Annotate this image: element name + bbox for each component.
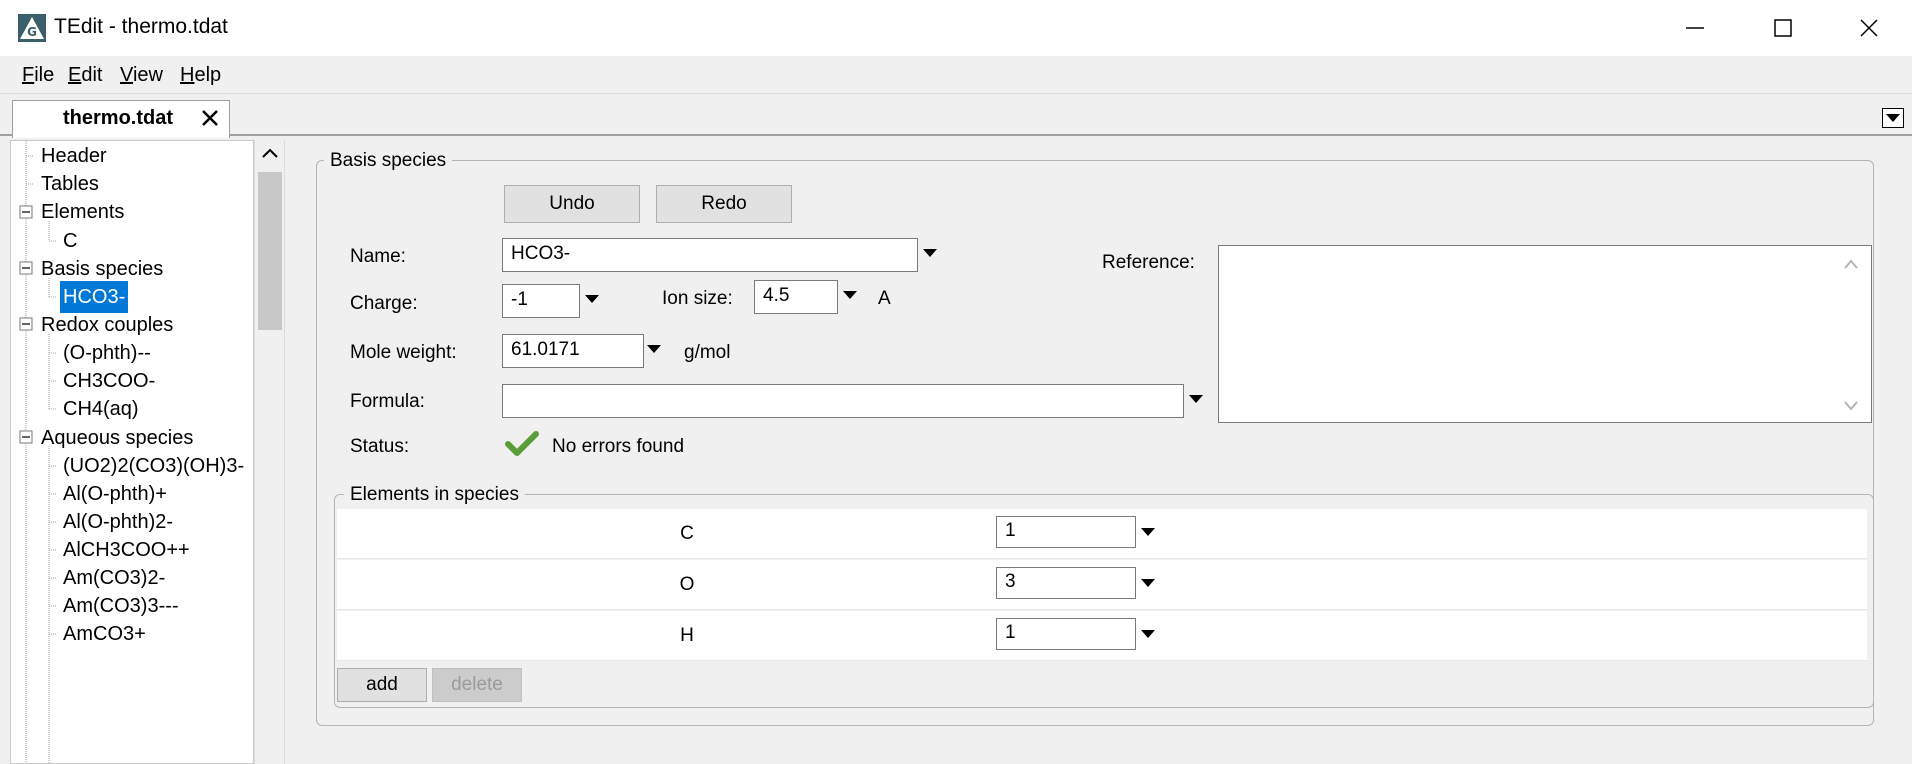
status-text: No errors found bbox=[552, 436, 685, 457]
menu-help[interactable]: Help bbox=[180, 64, 221, 87]
title-bar: G TEdit - thermo.tdat bbox=[0, 0, 1912, 56]
close-icon bbox=[1860, 19, 1878, 37]
maximize-button[interactable] bbox=[1740, 0, 1826, 56]
element-count-dropdown-icon[interactable] bbox=[1140, 629, 1156, 639]
element-symbol: H bbox=[680, 625, 694, 646]
element-row-h[interactable]: H 1 bbox=[337, 611, 1867, 661]
mole-weight-label: Mole weight: bbox=[350, 342, 457, 363]
element-row-c[interactable]: C 1 bbox=[337, 509, 1867, 559]
tree-item-amco3[interactable]: AmCO3+ bbox=[63, 618, 146, 650]
element-count-field[interactable]: 1 bbox=[996, 618, 1136, 650]
element-symbol: O bbox=[679, 574, 695, 595]
scroll-thumb[interactable] bbox=[258, 172, 282, 330]
element-count-field[interactable]: 1 bbox=[996, 516, 1136, 548]
maximize-icon bbox=[1774, 19, 1792, 37]
menu-file[interactable]: File bbox=[22, 64, 54, 87]
mole-weight-unit: g/mol bbox=[684, 342, 731, 363]
charge-field[interactable]: -1 bbox=[502, 284, 580, 318]
element-count-dropdown-icon[interactable] bbox=[1140, 578, 1156, 588]
elements-in-species-title: Elements in species bbox=[344, 484, 525, 506]
scroll-up-icon[interactable] bbox=[261, 146, 279, 160]
ion-size-field[interactable]: 4.5 bbox=[754, 280, 838, 314]
minimize-button[interactable] bbox=[1652, 0, 1738, 56]
close-window-button[interactable] bbox=[1826, 0, 1912, 56]
tree-view[interactable]: Header Tables Elements C Basis species H… bbox=[10, 140, 254, 764]
menu-edit[interactable]: Edit bbox=[68, 64, 102, 87]
formula-field[interactable] bbox=[502, 384, 1184, 418]
tab-list-dropdown[interactable] bbox=[1882, 108, 1904, 128]
tree-item-elements[interactable]: Elements bbox=[41, 196, 124, 228]
delete-element-button[interactable]: delete bbox=[432, 668, 522, 702]
formula-dropdown-icon[interactable] bbox=[1188, 394, 1204, 404]
reference-textarea[interactable] bbox=[1218, 245, 1872, 423]
name-field[interactable]: HCO3- bbox=[502, 238, 918, 272]
window-title: TEdit - thermo.tdat bbox=[54, 15, 228, 38]
add-element-button[interactable]: add bbox=[337, 668, 427, 702]
tab-label: thermo.tdat bbox=[63, 107, 173, 129]
tab-thermo-tdat[interactable]: thermo.tdat bbox=[12, 100, 230, 138]
basis-species-title: Basis species bbox=[324, 150, 453, 172]
tab-close-icon[interactable] bbox=[199, 107, 221, 129]
chevron-down-icon bbox=[1886, 114, 1900, 122]
status-label: Status: bbox=[350, 436, 410, 457]
name-dropdown-icon[interactable] bbox=[922, 248, 938, 258]
reference-scroll-up-icon[interactable] bbox=[1843, 258, 1859, 270]
mole-weight-dropdown-icon[interactable] bbox=[646, 344, 662, 354]
app-logo-icon: G bbox=[18, 14, 46, 42]
panel-splitter[interactable] bbox=[284, 140, 290, 764]
element-row-o[interactable]: O 3 bbox=[337, 560, 1867, 610]
element-count-dropdown-icon[interactable] bbox=[1140, 527, 1156, 537]
svg-text:G: G bbox=[27, 25, 37, 39]
ion-size-label: Ion size: bbox=[662, 288, 733, 309]
formula-label: Formula: bbox=[350, 391, 425, 412]
tab-strip bbox=[0, 94, 1912, 136]
menu-bar: File Edit View Help bbox=[0, 56, 1912, 94]
ion-size-dropdown-icon[interactable] bbox=[842, 290, 858, 300]
charge-dropdown-icon[interactable] bbox=[584, 294, 600, 304]
redo-button[interactable]: Redo bbox=[656, 185, 792, 223]
name-label: Name: bbox=[350, 246, 406, 267]
element-symbol: C bbox=[680, 523, 694, 544]
tree-scrollbar[interactable] bbox=[254, 140, 284, 764]
undo-button[interactable]: Undo bbox=[504, 185, 640, 223]
mole-weight-field[interactable]: 61.0171 bbox=[502, 334, 644, 368]
reference-scroll-down-icon[interactable] bbox=[1843, 400, 1859, 412]
menu-view[interactable]: View bbox=[120, 64, 163, 87]
minimize-icon bbox=[1686, 27, 1704, 29]
element-count-field[interactable]: 3 bbox=[996, 567, 1136, 599]
checkmark-icon bbox=[505, 431, 539, 456]
ion-size-unit: A bbox=[878, 288, 891, 309]
charge-label: Charge: bbox=[350, 293, 418, 314]
reference-label: Reference: bbox=[1102, 252, 1195, 273]
tree-item-ch4aq[interactable]: CH4(aq) bbox=[63, 393, 139, 425]
